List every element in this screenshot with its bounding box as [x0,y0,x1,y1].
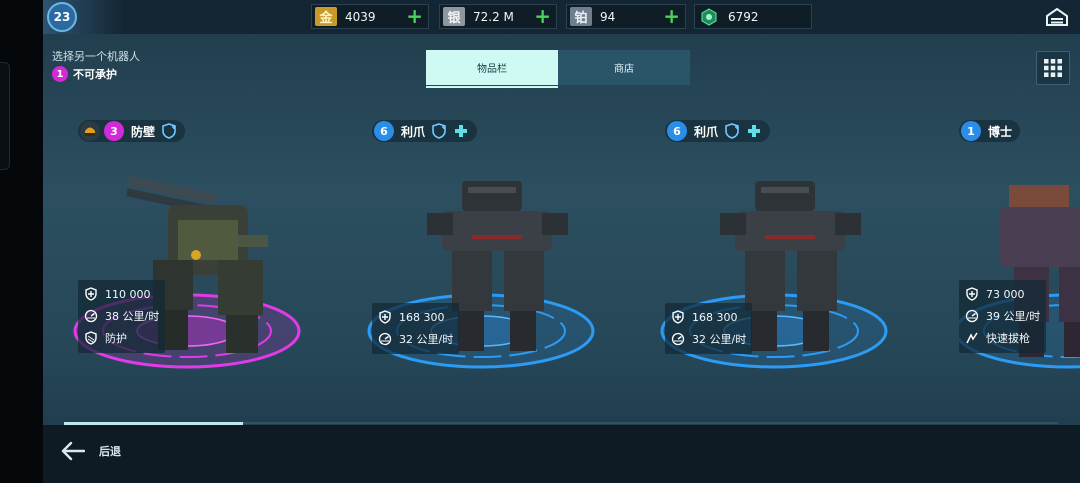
robot-name: 利爪 [401,124,426,139]
add-silver-button[interactable]: + [534,6,551,27]
active-tab-indicator [426,86,558,88]
gold-resource: 金 4039 + [311,4,429,29]
platinum-icon: 铂 [570,7,592,26]
repair-module-icon [746,123,762,139]
tab-inventory[interactable]: 物品栏 [426,50,558,85]
robot-level-badge: 6 [667,121,687,141]
back-label: 后退 [99,445,121,458]
shield-icon [964,286,980,302]
robot-name: 博士 [988,124,1013,139]
back-arrow-icon [61,441,85,461]
grid-icon [1044,59,1062,77]
hint-count-badge: 1 [52,66,68,82]
player-level-value: 23 [53,10,71,24]
back-button[interactable]: 后退 [61,441,121,461]
keys-value: 6792 [728,9,759,24]
keys-resource: 6792 [694,4,812,29]
gold-value: 4039 [345,9,376,24]
robot-card-1[interactable]: 3 防壁 110 000 38 公里/时 防护 [73,120,318,390]
speed-icon [964,308,980,324]
shield-upgrade-icon [161,123,177,139]
hangar-tabs: 物品栏 商店 [426,50,690,85]
garage-button[interactable] [1044,5,1070,29]
shield-upgrade-icon [431,123,447,139]
robot-name: 利爪 [694,124,719,139]
stat-speed: 39 公里/时 [964,305,1040,327]
stat-ability: 防护 [83,327,159,349]
robot-card-4[interactable]: 1 博士 73 000 39 公里/时 快速拔枪 [959,120,1080,390]
stat-durability: 168 300 [377,306,453,328]
key-icon [698,7,720,26]
stat-durability: 73 000 [964,283,1040,305]
hint-label: 不可承护 [73,68,117,81]
robot-name-tag: 6 利爪 [372,120,478,142]
shield-icon [83,286,99,302]
robot-card-3[interactable]: 6 利爪 168 300 32 公里/时 [660,120,905,390]
robot-level-badge: 1 [961,121,981,141]
shield-upgrade-icon [724,123,740,139]
unprotected-hint: 1 不可承护 [52,66,117,82]
add-platinum-button[interactable]: + [663,6,680,27]
garage-icon [1046,7,1068,26]
robot-name: 防壁 [131,124,156,139]
device-notch [0,62,10,170]
speed-icon [83,308,99,324]
robot-name-tag: 6 利爪 [665,120,771,142]
grid-view-button[interactable] [1036,51,1070,85]
tab-shop[interactable]: 商店 [558,50,690,85]
stat-durability: 168 300 [670,306,746,328]
repair-module-icon [453,123,469,139]
hangar-screen: 23 金 4039 + 银 72.2 M + 铂 94 + 6792 选择另一个… [43,0,1080,483]
ability-shield-icon [83,330,99,346]
quick-draw-icon [964,330,980,346]
robot-stats: 110 000 38 公里/时 防护 [78,280,166,353]
robot-level-badge: 3 [104,121,124,141]
speed-icon [377,331,393,347]
robot-card-2[interactable]: 6 利爪 168 300 32 公里/时 [367,120,612,390]
player-level-badge[interactable]: 23 [47,2,77,32]
pilot-icon [80,121,100,141]
shield-icon [670,309,686,325]
gold-icon: 金 [315,7,337,26]
platinum-resource: 铂 94 + [566,4,686,29]
scroll-thumb[interactable] [64,422,243,425]
top-bar: 23 金 4039 + 银 72.2 M + 铂 94 + 6792 [43,0,1080,34]
silver-resource: 银 72.2 M + [439,4,557,29]
robot-stats: 73 000 39 公里/时 快速拔枪 [959,280,1047,353]
platinum-value: 94 [600,9,616,24]
stat-speed: 32 公里/时 [670,328,746,350]
select-robot-hint: 选择另一个机器人 [52,50,140,63]
add-gold-button[interactable]: + [406,6,423,27]
robot-stats: 168 300 32 公里/时 [665,303,753,354]
shield-icon [377,309,393,325]
robot-name-tag: 3 防壁 [78,120,186,142]
stat-durability: 110 000 [83,283,159,305]
silver-value: 72.2 M [473,9,514,24]
bottom-bar [43,425,1080,483]
robot-name-tag: 1 博士 [959,120,1021,142]
stat-ability: 快速拔枪 [964,327,1040,349]
speed-icon [670,331,686,347]
stat-speed: 38 公里/时 [83,305,159,327]
silver-icon: 银 [443,7,465,26]
robot-level-badge: 6 [374,121,394,141]
stat-speed: 32 公里/时 [377,328,453,350]
device-side-bezel [0,0,43,483]
robot-stats: 168 300 32 公里/时 [372,303,460,354]
